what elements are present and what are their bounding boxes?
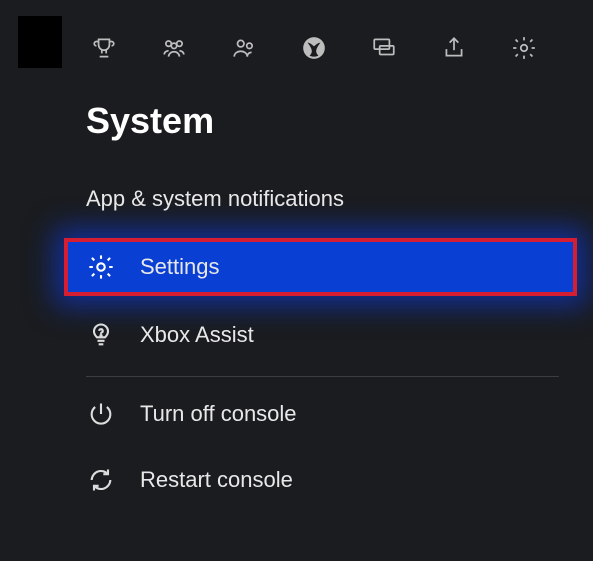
- gear-icon: [86, 252, 116, 282]
- profile-block: [18, 16, 62, 68]
- xbox-icon[interactable]: [300, 34, 328, 62]
- people-icon[interactable]: [230, 34, 258, 62]
- menu-item-xbox-assist[interactable]: Xbox Assist: [72, 306, 573, 364]
- system-menu: App & system notifications Settings Xbox…: [72, 170, 573, 509]
- share-icon[interactable]: [440, 34, 468, 62]
- menu-item-turn-off[interactable]: Turn off console: [72, 385, 573, 443]
- page-title: System: [86, 100, 214, 142]
- menu-item-label: App & system notifications: [86, 186, 344, 212]
- menu-item-label: Turn off console: [140, 401, 297, 427]
- menu-item-label: Restart console: [140, 467, 293, 493]
- menu-item-settings[interactable]: Settings: [64, 238, 577, 296]
- menu-divider: [86, 376, 559, 377]
- settings-gear-icon[interactable]: [510, 34, 538, 62]
- chat-icon[interactable]: [370, 34, 398, 62]
- power-icon: [86, 399, 116, 429]
- restart-icon: [86, 465, 116, 495]
- guide-toolbar: [90, 34, 557, 62]
- menu-item-notifications[interactable]: App & system notifications: [72, 170, 573, 228]
- achievements-icon[interactable]: [90, 34, 118, 62]
- menu-item-restart[interactable]: Restart console: [72, 451, 573, 509]
- menu-item-label: Settings: [140, 254, 220, 280]
- people-multi-icon[interactable]: [160, 34, 188, 62]
- lightbulb-help-icon: [86, 320, 116, 350]
- menu-item-label: Xbox Assist: [140, 322, 254, 348]
